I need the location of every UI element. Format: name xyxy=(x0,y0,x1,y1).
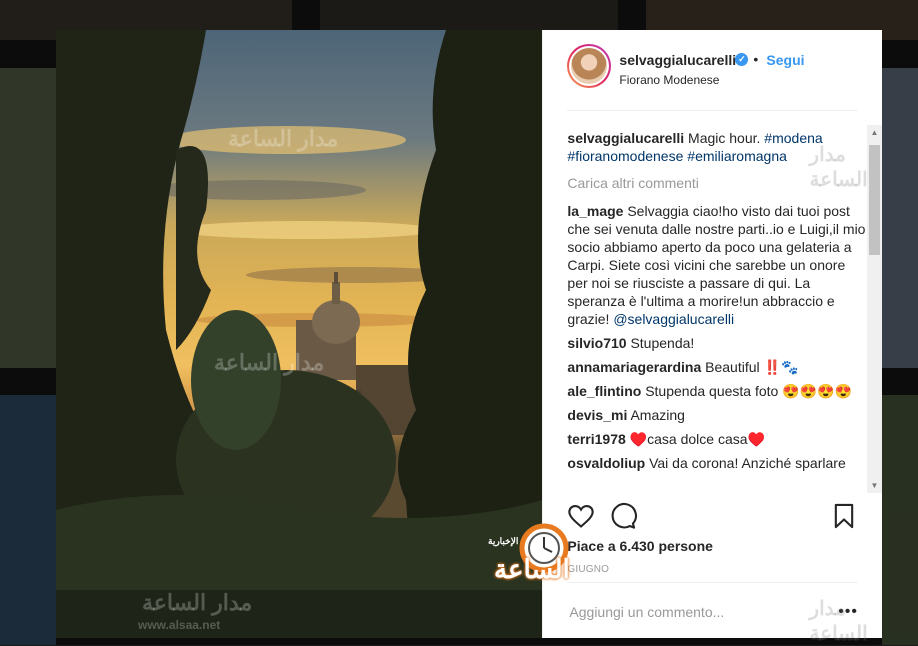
comment-text: Stupenda! xyxy=(630,335,695,351)
comment-input[interactable] xyxy=(567,597,812,627)
post-header: selvaggialucarelli ✓ • Segui Fiorano Mod… xyxy=(567,30,858,111)
watermark-brand: مدار الساعة xyxy=(809,598,868,645)
hashtag-link[interactable]: #fioranomodenese xyxy=(567,148,683,164)
caption-text: Magic hour. xyxy=(688,130,761,146)
comment-text: Beautiful ‼️🐾 xyxy=(705,359,799,375)
scroll-down-arrow-icon[interactable]: ▼ xyxy=(867,478,882,493)
comment-text: Selvaggia ciao!ho visto dai tuoi post ch… xyxy=(567,203,866,327)
list-item: terri1978 ♥️casa dolce casa♥️ xyxy=(567,430,866,448)
comment-username[interactable]: terri1978 xyxy=(567,431,625,447)
separator-dot: • xyxy=(753,51,759,67)
post-photo[interactable]: مدار الساعة مدار الساعة مدار الساعة www.… xyxy=(56,30,543,638)
list-item: la_mage Selvaggia ciao!ho visto dai tuoi… xyxy=(567,202,866,328)
comment-username[interactable]: silvio710 xyxy=(567,335,626,351)
post-actions xyxy=(567,496,858,536)
avatar[interactable] xyxy=(567,44,612,88)
list-item: ale_flintino Stupenda questa foto 😍😍😍😍 xyxy=(567,382,866,400)
follow-button[interactable]: Segui xyxy=(766,52,804,68)
hashtag-link[interactable]: #emiliaromagna xyxy=(687,148,787,164)
watermark-brand: مدار الساعة xyxy=(142,590,253,615)
caption-username[interactable]: selvaggialucarelli xyxy=(567,130,684,146)
avatar-image xyxy=(571,48,608,84)
verified-icon: ✓ xyxy=(735,53,749,66)
comment-text: Vai da corona! Anziché sparlare xyxy=(649,455,846,471)
list-item: osvaldoliup Vai da corona! Anziché sparl… xyxy=(567,454,866,472)
logo-title: الساعة xyxy=(494,554,570,584)
watermark-url: www.alsaa.net xyxy=(138,618,221,632)
mention-link[interactable]: @selvaggialucarelli xyxy=(613,311,734,327)
comment-username[interactable]: osvaldoliup xyxy=(567,455,645,471)
comment-username[interactable]: devis_mi xyxy=(567,407,627,423)
logo-subtitle: الإخبارية xyxy=(488,536,519,546)
comment-username[interactable]: la_mage xyxy=(567,203,623,219)
watermark-brand: مدار الساعة xyxy=(214,350,325,375)
post-username[interactable]: selvaggialucarelli xyxy=(619,52,736,68)
comment-username[interactable]: annamariagerardina xyxy=(567,359,701,375)
list-item: devis_mi Amazing xyxy=(567,406,866,424)
bookmark-icon[interactable] xyxy=(830,502,858,530)
comment-text: ♥️casa dolce casa♥️ xyxy=(629,431,765,447)
sunset-basilica-photo xyxy=(56,30,543,638)
comment-icon[interactable] xyxy=(609,502,638,530)
watermark-brand: مدار الساعة xyxy=(228,126,339,151)
post-location[interactable]: Fiorano Modenese xyxy=(619,73,719,87)
post-modal: مدار الساعة مدار الساعة مدار الساعة www.… xyxy=(56,30,882,645)
list-item: annamariagerardina Beautiful ‼️🐾 xyxy=(567,358,866,376)
list-item: silvio710 Stupenda! xyxy=(567,334,866,352)
watermark-brand: مدار الساعة xyxy=(809,144,868,191)
comment-text: Stupenda questa foto 😍😍😍😍 xyxy=(645,383,852,399)
comment-text: Amazing xyxy=(630,407,685,423)
site-logo: الإخبارية الساعة xyxy=(488,520,610,588)
comment-username[interactable]: ale_flintino xyxy=(567,383,641,399)
scroll-up-arrow-icon[interactable]: ▲ xyxy=(867,125,882,140)
